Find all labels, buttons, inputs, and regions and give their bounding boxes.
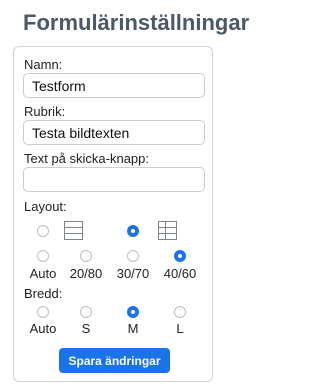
heading-input[interactable] [23,120,205,145]
heading-label: Rubrik: [24,104,66,119]
form-settings-panel: Namn: Rubrik: Text på skicka-knapp: Layo… [13,46,213,382]
layout-auto-label: Auto [29,266,57,281]
width-auto-radio[interactable] [37,306,49,318]
name-label: Namn: [24,57,63,72]
layout-label: Layout: [24,199,67,214]
width-l-radio[interactable] [174,306,186,318]
width-m-label: M [127,321,139,336]
stacked-layout-icon [64,221,83,240]
layout-auto-radio[interactable] [37,250,49,262]
layout-preview-side-radio[interactable] [127,225,139,237]
layout-40-60-radio[interactable] [174,250,186,262]
width-m-radio[interactable] [127,306,139,318]
width-auto-label: Auto [29,321,57,336]
layout-preview-stacked-radio[interactable] [37,225,49,237]
width-label: Bredd: [24,286,63,301]
layout-20-80-radio[interactable] [80,250,92,262]
side-by-side-layout-icon [158,221,177,240]
save-changes-button[interactable]: Spara ändringar [59,348,170,373]
layout-20-80-label: 20/80 [69,266,103,281]
width-l-label: L [176,321,184,336]
layout-40-60-label: 40/60 [163,266,197,281]
submit-text-label: Text på skicka-knapp: [24,151,150,166]
width-s-radio[interactable] [80,306,92,318]
page-title: Formulärinställningar [23,10,250,35]
layout-30-70-radio[interactable] [127,250,139,262]
name-input[interactable] [23,73,205,98]
submit-text-input[interactable] [23,167,205,192]
layout-30-70-label: 30/70 [116,266,150,281]
width-s-label: S [81,321,91,336]
